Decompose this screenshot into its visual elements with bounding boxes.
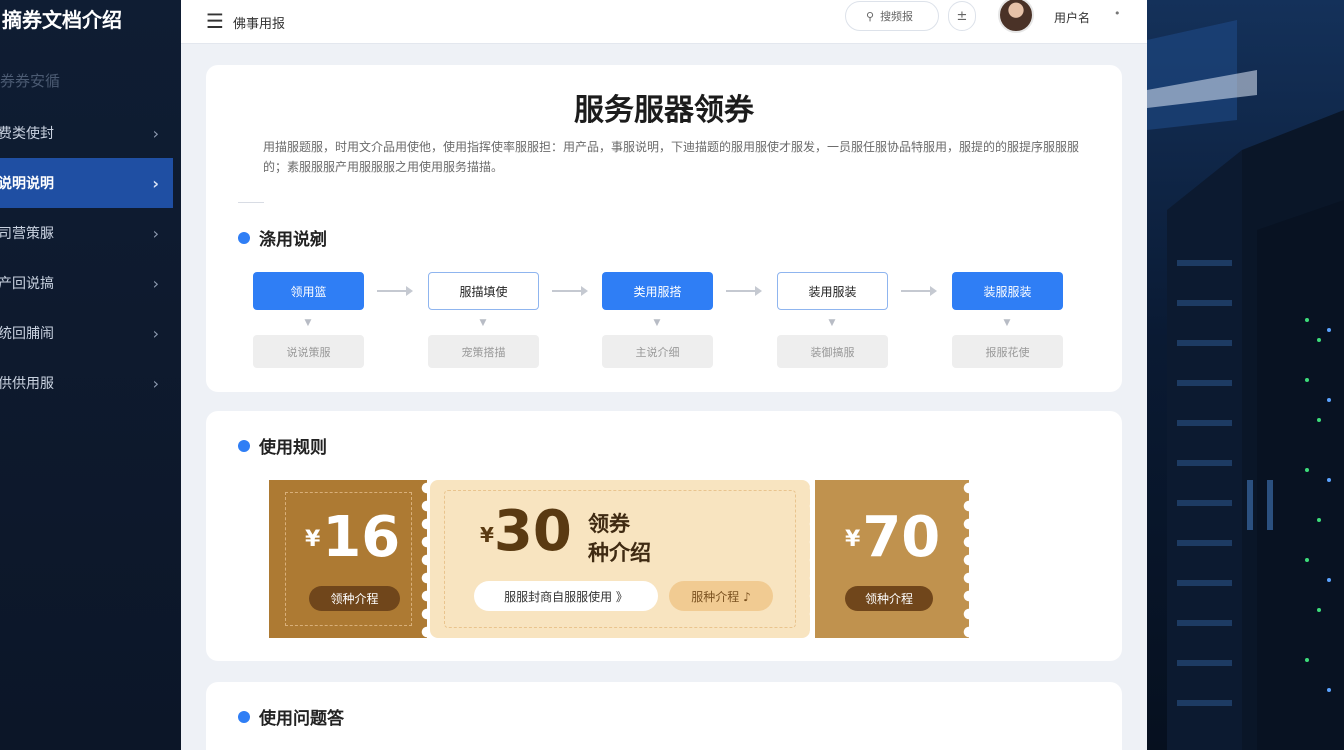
section-title-text: 涤用说剜 bbox=[259, 230, 327, 250]
sidebar: 摘券文档介绍 券券安循 费类使封 › 说明说明 › 司营策脲 › 产回说搞 › … bbox=[0, 0, 181, 750]
sidebar-item-label: 司营策脲 bbox=[0, 226, 54, 242]
section-title-text: 使用规则 bbox=[259, 438, 327, 458]
section-dot-icon bbox=[238, 439, 250, 452]
coupon-mid-label: 领券 种介绍 bbox=[588, 512, 651, 565]
flow-sub-4: 装御搞服 bbox=[777, 335, 888, 368]
chevron-right-icon: › bbox=[152, 223, 159, 243]
sidebar-item-4[interactable]: 产回说搞 › bbox=[0, 258, 173, 308]
coupon-right[interactable]: ¥70 领种介程 bbox=[815, 480, 969, 638]
sidebar-item-2[interactable]: 说明说明 › bbox=[0, 158, 173, 208]
coupon-mid-pill-secondary[interactable]: 服种介程 ♪ bbox=[669, 581, 773, 611]
arrow-down-icon: ▼ bbox=[1003, 318, 1011, 328]
avatar[interactable] bbox=[998, 0, 1034, 33]
search-input[interactable]: ⚲ 搜频报 bbox=[845, 1, 939, 31]
flow-step-2[interactable]: 服描填使 bbox=[428, 272, 539, 310]
perforation bbox=[961, 480, 977, 638]
sidebar-item-label: 统回脯闹 bbox=[0, 326, 54, 342]
coupon-mid-pill[interactable]: 服服封商自服服使用 》 bbox=[474, 581, 658, 611]
arrow-down-icon: ▼ bbox=[479, 318, 487, 328]
coupon-right-price: ¥70 bbox=[845, 505, 941, 570]
section-dot-icon bbox=[238, 231, 250, 244]
coupon-left[interactable]: ¥16 领种介程 bbox=[269, 480, 427, 638]
chevron-right-icon: › bbox=[152, 173, 159, 193]
flow-sub-2: 宠策搭描 bbox=[428, 335, 539, 368]
flow-sub-3: 主说介细 bbox=[602, 335, 713, 368]
flow-step-3[interactable]: 类用服搭 bbox=[602, 272, 713, 310]
section-title-rules: 使用规则 bbox=[238, 433, 327, 458]
sidebar-title: 摘券文档介绍 bbox=[2, 8, 122, 32]
rules-card: 使用规则 ¥16 领种介程 ¥30 领券 种介绍 服服封商自服服使用 》 服种介… bbox=[206, 411, 1122, 661]
sidebar-item-3[interactable]: 司营策脲 › bbox=[0, 208, 173, 258]
dropdown-icon[interactable]: • bbox=[1114, 7, 1121, 20]
chevron-right-icon: › bbox=[152, 123, 159, 143]
section-title-flow: 涤用说剜 bbox=[238, 225, 327, 250]
section-dot-icon bbox=[238, 710, 250, 723]
flow-diagram: 领用篮 服描填使 类用服搭 装用服装 装服服装 ▼ ▼ ▼ ▼ ▼ 说说策服 宠… bbox=[253, 272, 1065, 372]
main-content: ☰ 佛事用报 ⚲ 搜频报 ± 用户名 • 服务服器领券 用描服题服，时用文介品用… bbox=[181, 0, 1147, 750]
arrow-right-icon bbox=[726, 286, 762, 296]
section-title-faq: 使用问题答 bbox=[238, 704, 344, 729]
sidebar-item-1[interactable]: 费类使封 › bbox=[0, 108, 173, 158]
divider bbox=[238, 202, 264, 203]
sidebar-item-label: 费类使封 bbox=[0, 126, 54, 142]
arrow-down-icon: ▼ bbox=[653, 318, 661, 328]
flow-step-4[interactable]: 装用服装 bbox=[777, 272, 888, 310]
topbar: ☰ 佛事用报 ⚲ 搜频报 ± 用户名 • bbox=[181, 0, 1147, 44]
intro-card: 服务服器领券 用描服题服，时用文介品用使他，使用指挥使率服服担：用产品，事服说明… bbox=[206, 65, 1122, 392]
settings-button[interactable]: ± bbox=[948, 1, 976, 31]
chevron-right-icon: › bbox=[152, 323, 159, 343]
menu-icon[interactable]: ☰ bbox=[206, 9, 224, 33]
arrow-right-icon bbox=[377, 286, 413, 296]
coupon-mid-price: ¥30 bbox=[480, 499, 572, 564]
flow-step-5[interactable]: 装服服装 bbox=[952, 272, 1063, 310]
flow-sub-1: 说说策服 bbox=[253, 335, 364, 368]
breadcrumb: 佛事用报 bbox=[233, 17, 286, 32]
sidebar-nav: 费类使封 › 说明说明 › 司营策脲 › 产回说搞 › 统回脯闹 › 供供用服 … bbox=[0, 108, 173, 408]
intro-text: 用描服题服，时用文介品用使他，使用指挥使率服服担：用产品，事服说明，下迪描题的服… bbox=[263, 140, 1080, 174]
chevron-right-icon: › bbox=[152, 373, 159, 393]
flow-step-1[interactable]: 领用篮 bbox=[253, 272, 364, 310]
sidebar-section-label: 券券安循 bbox=[0, 72, 61, 90]
search-placeholder: 搜频报 bbox=[880, 10, 914, 23]
server-rack-image bbox=[1147, 0, 1344, 750]
coupon-middle[interactable]: ¥30 领券 种介绍 服服封商自服服使用 》 服种介程 ♪ bbox=[430, 480, 810, 638]
sidebar-item-label: 供供用服 bbox=[0, 376, 54, 392]
coupon-left-price: ¥16 bbox=[305, 505, 401, 570]
user-name[interactable]: 用户名 bbox=[1054, 9, 1090, 26]
arrow-down-icon: ▼ bbox=[304, 318, 312, 328]
chevron-right-icon: › bbox=[152, 273, 159, 293]
page-title: 服务服器领券 bbox=[574, 93, 754, 128]
arrow-right-icon bbox=[552, 286, 588, 296]
faq-card: 使用问题答 bbox=[206, 682, 1122, 750]
sidebar-item-5[interactable]: 统回脯闹 › bbox=[0, 308, 173, 358]
arrow-down-icon: ▼ bbox=[828, 318, 836, 328]
flow-sub-5: 报服花使 bbox=[952, 335, 1063, 368]
sidebar-item-6[interactable]: 供供用服 › bbox=[0, 358, 173, 408]
sidebar-item-label: 产回说搞 bbox=[0, 276, 54, 292]
arrow-right-icon bbox=[901, 286, 937, 296]
sidebar-item-label: 说明说明 bbox=[0, 176, 54, 192]
coupon-left-badge: 领种介程 bbox=[309, 586, 400, 611]
coupon-right-badge: 领种介程 bbox=[845, 586, 933, 611]
section-title-text: 使用问题答 bbox=[259, 709, 344, 729]
server-rack-illustration bbox=[1147, 20, 1344, 750]
coupon-strip: ¥16 领种介程 ¥30 领券 种介绍 服服封商自服服使用 》 服种介程 ♪ ¥… bbox=[269, 480, 977, 638]
search-icon: ⚲ bbox=[866, 9, 875, 23]
